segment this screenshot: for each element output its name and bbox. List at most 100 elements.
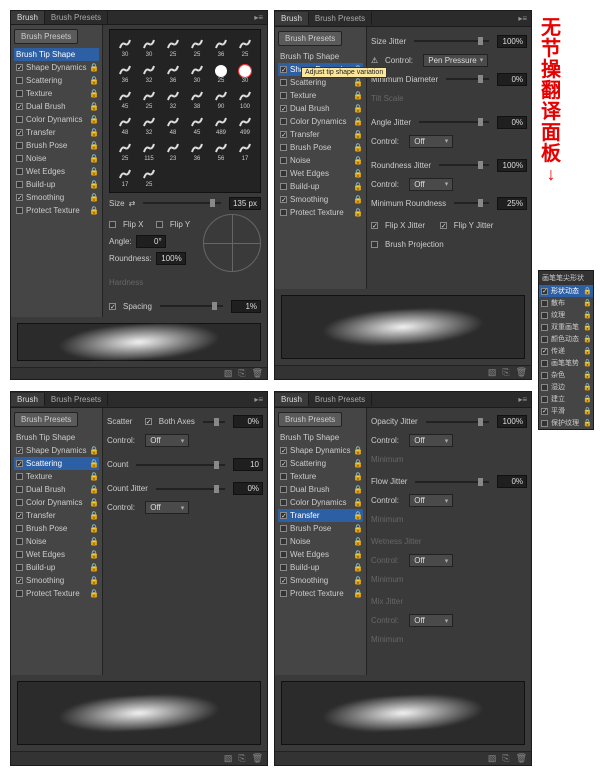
sidebar-item[interactable]: Protect Texture🔒 <box>278 206 363 219</box>
checkbox[interactable] <box>16 207 23 214</box>
checkbox[interactable] <box>280 486 287 493</box>
checkbox[interactable] <box>16 486 23 493</box>
brush-thumb[interactable]: 56 <box>210 138 232 162</box>
brush-thumb[interactable]: 30 <box>186 60 208 84</box>
brush-thumb[interactable]: 25 <box>138 164 160 188</box>
sidebar-item[interactable]: Brush Pose🔒 <box>14 139 99 152</box>
checkbox[interactable] <box>280 525 287 532</box>
sidebar-item[interactable]: Noise🔒 <box>278 154 363 167</box>
mini-item[interactable]: 散布🔒 <box>539 297 593 309</box>
trash-icon[interactable]: 🗑 <box>252 368 263 379</box>
checkbox[interactable] <box>280 170 287 177</box>
sidebar-item[interactable]: Dual Brush🔒 <box>278 483 363 496</box>
size-slider[interactable] <box>143 202 221 204</box>
sidebar-item[interactable]: Noise🔒 <box>14 535 99 548</box>
brush-thumb[interactable]: 30 <box>114 34 136 58</box>
checkbox[interactable] <box>280 447 287 454</box>
brush-thumb[interactable]: 30 <box>138 34 160 58</box>
checkbox[interactable] <box>16 64 23 71</box>
new-preset-icon[interactable]: ⎘ <box>238 368 245 379</box>
sidebar-item[interactable]: Color Dynamics🔒 <box>14 496 99 509</box>
checkbox[interactable] <box>16 525 23 532</box>
tab-presets[interactable]: Brush Presets <box>45 11 108 24</box>
checkbox[interactable] <box>16 551 23 558</box>
checkbox[interactable] <box>16 142 23 149</box>
brush-thumb[interactable]: 23 <box>162 138 184 162</box>
brush-thumb[interactable]: 25 <box>138 86 160 110</box>
checkbox[interactable] <box>16 90 23 97</box>
roundness-value[interactable]: 100% <box>156 252 186 265</box>
sidebar-item[interactable]: Protect Texture🔒 <box>14 204 99 217</box>
brush-thumb[interactable]: 48 <box>162 112 184 136</box>
sidebar-item[interactable]: Transfer🔒 <box>14 509 99 522</box>
sidebar-item[interactable]: Build-up🔒 <box>14 178 99 191</box>
brush-thumb[interactable]: 17 <box>114 164 136 188</box>
sidebar-item[interactable]: Transfer🔒 <box>278 128 363 141</box>
flip-y-checkbox[interactable] <box>156 221 163 228</box>
brush-thumb[interactable]: 48 <box>114 112 136 136</box>
mini-item[interactable]: 形状动态🔒 <box>539 285 593 297</box>
sidebar-item[interactable]: Brush Pose🔒 <box>278 141 363 154</box>
brush-thumbnails[interactable]: 3030252536253632363025304525323890100483… <box>109 29 261 193</box>
sidebar-item[interactable]: Brush Pose🔒 <box>14 522 99 535</box>
flip-x-checkbox[interactable] <box>109 221 116 228</box>
sidebar-item[interactable]: Wet Edges🔒 <box>278 548 363 561</box>
tab-brush[interactable]: Brush <box>11 11 45 24</box>
checkbox[interactable] <box>280 538 287 545</box>
checkbox[interactable] <box>280 499 287 506</box>
control-dropdown[interactable]: Pen Pressure <box>423 54 488 67</box>
checkbox[interactable] <box>16 473 23 480</box>
sidebar-item[interactable]: Build-up🔒 <box>278 180 363 193</box>
sidebar-item[interactable]: Protect Texture🔒 <box>14 587 99 600</box>
checkbox[interactable] <box>16 460 23 467</box>
spacing-slider[interactable] <box>160 305 223 307</box>
checkbox[interactable] <box>280 105 287 112</box>
mini-item[interactable]: 建立🔒 <box>539 393 593 405</box>
sidebar-item[interactable]: Smoothing🔒 <box>278 193 363 206</box>
sidebar-item[interactable]: Scattering🔒 <box>278 457 363 470</box>
spacing-value[interactable]: 1% <box>231 300 261 313</box>
sidebar-item[interactable]: Color Dynamics🔒 <box>278 115 363 128</box>
sidebar-item[interactable]: Wet Edges🔒 <box>14 165 99 178</box>
checkbox[interactable] <box>16 181 23 188</box>
sidebar-item[interactable]: Smoothing🔒 <box>14 191 99 204</box>
brush-thumb[interactable]: 25 <box>234 34 256 58</box>
mini-item[interactable]: 平滑🔒 <box>539 405 593 417</box>
brush-thumb[interactable]: 17 <box>234 138 256 162</box>
checkbox[interactable] <box>280 209 287 216</box>
sidebar-item[interactable]: Wet Edges🔒 <box>278 167 363 180</box>
checkbox[interactable] <box>16 577 23 584</box>
brush-thumb[interactable]: 36 <box>210 34 232 58</box>
sidebar-item[interactable]: Color Dynamics🔒 <box>14 113 99 126</box>
angle-roundness-control[interactable] <box>203 214 261 272</box>
size-value[interactable]: 135 px <box>229 197 261 210</box>
brush-thumb[interactable]: 36 <box>114 60 136 84</box>
checkbox[interactable] <box>16 590 23 597</box>
sidebar-item[interactable]: Shape Dynamics🔒 <box>14 444 99 457</box>
sidebar-item[interactable]: Shape Dynamics🔒 <box>14 61 99 74</box>
sidebar-item[interactable]: Smoothing🔒 <box>278 574 363 587</box>
checkbox[interactable] <box>280 196 287 203</box>
checkbox[interactable] <box>280 564 287 571</box>
checkbox[interactable] <box>280 183 287 190</box>
sidebar-item[interactable]: Dual Brush🔒 <box>14 483 99 496</box>
checkbox[interactable] <box>280 512 287 519</box>
brush-thumb[interactable]: 499 <box>234 112 256 136</box>
checkbox[interactable] <box>280 551 287 558</box>
sidebar-item[interactable]: Noise🔒 <box>278 535 363 548</box>
brush-thumb[interactable]: 100 <box>234 86 256 110</box>
sidebar-item[interactable]: Noise🔒 <box>14 152 99 165</box>
sidebar-item[interactable]: Build-up🔒 <box>278 561 363 574</box>
checkbox[interactable] <box>280 118 287 125</box>
checkbox[interactable] <box>16 512 23 519</box>
flip-size-icon[interactable]: ⇄ <box>129 199 136 208</box>
checkbox[interactable] <box>280 66 287 73</box>
checkbox[interactable] <box>280 577 287 584</box>
checkbox[interactable] <box>280 131 287 138</box>
brush-thumb[interactable]: 115 <box>138 138 160 162</box>
mini-item[interactable]: 传递🔒 <box>539 345 593 357</box>
sidebar-item[interactable]: Color Dynamics🔒 <box>278 496 363 509</box>
sidebar-item[interactable]: Scattering🔒 <box>14 457 99 470</box>
sidebar-item[interactable]: Brush Tip Shape <box>14 48 99 61</box>
checkbox[interactable] <box>280 144 287 151</box>
